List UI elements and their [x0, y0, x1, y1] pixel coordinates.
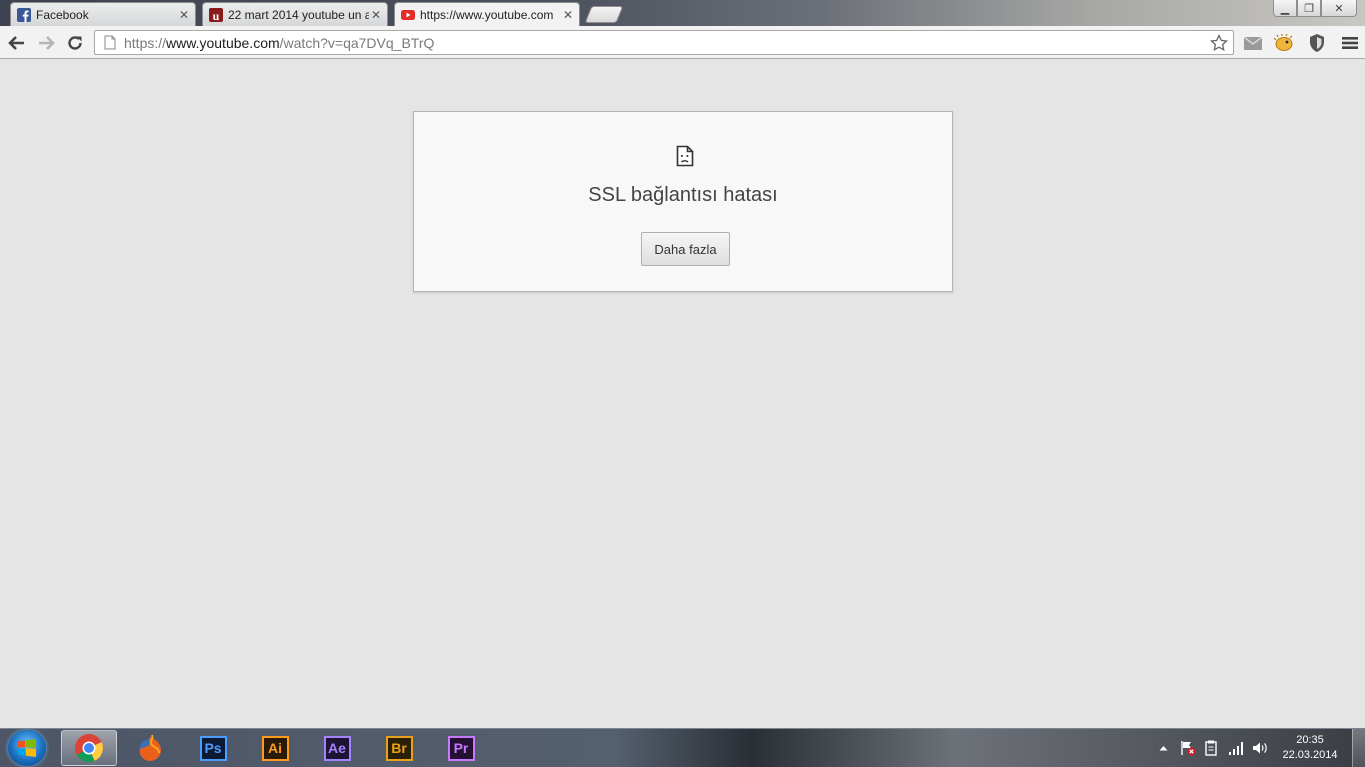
volume-icon[interactable]: [1251, 740, 1269, 756]
shield-icon[interactable]: [1306, 32, 1328, 54]
taskbar-firefox[interactable]: [122, 730, 178, 766]
chrome-icon: [75, 734, 103, 762]
taskbar-chrome[interactable]: [61, 730, 117, 766]
tab-close-icon[interactable]: ✕: [177, 8, 191, 22]
illustrator-icon: Ai: [261, 735, 289, 761]
mail-icon[interactable]: [1242, 32, 1264, 54]
taskbar: Ps Ai Ae Br Pr 20:35 22.03.2014: [0, 728, 1365, 767]
url-path: /watch?v=qa7DVq_BTrQ: [279, 34, 435, 51]
tab-strip: Facebook ✕ u 22 mart 2014 youtube un a ✕…: [0, 0, 1365, 26]
url-host: www.youtube.com: [166, 34, 280, 51]
reload-icon: [68, 36, 82, 50]
bridge-icon: Br: [385, 735, 413, 761]
reload-button[interactable]: [64, 32, 86, 54]
taskbar-illustrator[interactable]: Ai: [247, 730, 303, 766]
bookmark-star-icon[interactable]: [1209, 33, 1229, 53]
url-scheme: https://: [124, 34, 167, 51]
restore-button[interactable]: ❐: [1297, 0, 1321, 17]
tab-facebook[interactable]: Facebook ✕: [10, 2, 196, 26]
system-clock[interactable]: 20:35 22.03.2014: [1279, 733, 1341, 763]
start-button[interactable]: [8, 730, 46, 766]
clock-time: 20:35: [1296, 734, 1324, 746]
minimize-button[interactable]: ▁: [1273, 0, 1297, 17]
sad-document-icon: [676, 145, 694, 167]
tab-title: https://www.youtube.com: [420, 7, 554, 22]
device-icon[interactable]: [1203, 740, 1219, 756]
taskbar-after-effects[interactable]: Ae: [309, 730, 365, 766]
page-icon: [102, 35, 118, 51]
premiere-icon: Pr: [447, 735, 475, 761]
show-desktop-button[interactable]: [1352, 729, 1365, 767]
ssl-error-panel: SSL bağlantısı hatası Daha fazla: [413, 111, 953, 292]
photoshop-icon: Ps: [199, 735, 227, 761]
svg-text:u: u: [213, 9, 220, 22]
tab-close-icon[interactable]: ✕: [369, 8, 383, 22]
tab-youtube[interactable]: https://www.youtube.com ✕: [394, 2, 580, 26]
network-signal-icon[interactable]: [1227, 740, 1245, 756]
youtube-icon: [401, 8, 415, 22]
back-button[interactable]: [6, 32, 28, 54]
action-center-icon[interactable]: [1179, 740, 1197, 756]
browser-toolbar: https://www.youtube.com/watch?v=qa7DVq_B…: [0, 26, 1365, 59]
error-title: SSL bağlantısı hatası: [588, 184, 778, 206]
tab-close-icon[interactable]: ✕: [561, 8, 575, 22]
clock-date: 22.03.2014: [1282, 749, 1338, 761]
tab-title: 22 mart 2014 youtube un a: [228, 7, 369, 22]
forward-arrow-icon: [39, 36, 55, 50]
chevron-up-icon: [1159, 746, 1167, 751]
windows-logo-icon: [18, 739, 36, 757]
show-hidden-icons-button[interactable]: [1157, 740, 1169, 756]
new-tab-button[interactable]: [584, 6, 624, 23]
facebook-icon: [17, 7, 31, 22]
tab-title: Facebook: [36, 7, 89, 22]
taskbar-photoshop[interactable]: Ps: [185, 730, 241, 766]
forward-button[interactable]: [35, 32, 57, 54]
uludag-sozluk-icon: u: [209, 7, 223, 22]
firefox-icon: [139, 734, 161, 761]
tab-uludag[interactable]: u 22 mart 2014 youtube un a ✕: [202, 2, 388, 26]
menu-icon[interactable]: [1339, 32, 1361, 54]
taskbar-premiere[interactable]: Pr: [433, 730, 489, 766]
back-arrow-icon: [8, 36, 24, 50]
taskbar-bridge[interactable]: Br: [371, 730, 427, 766]
window-controls: ▁ ❐ ✕: [1273, 0, 1357, 17]
after-effects-icon: Ae: [323, 735, 351, 761]
address-bar[interactable]: https://www.youtube.com/watch?v=qa7DVq_B…: [94, 30, 1234, 55]
more-details-button[interactable]: Daha fazla: [641, 232, 730, 266]
blowfish-icon[interactable]: [1273, 32, 1295, 54]
close-button[interactable]: ✕: [1321, 0, 1357, 17]
